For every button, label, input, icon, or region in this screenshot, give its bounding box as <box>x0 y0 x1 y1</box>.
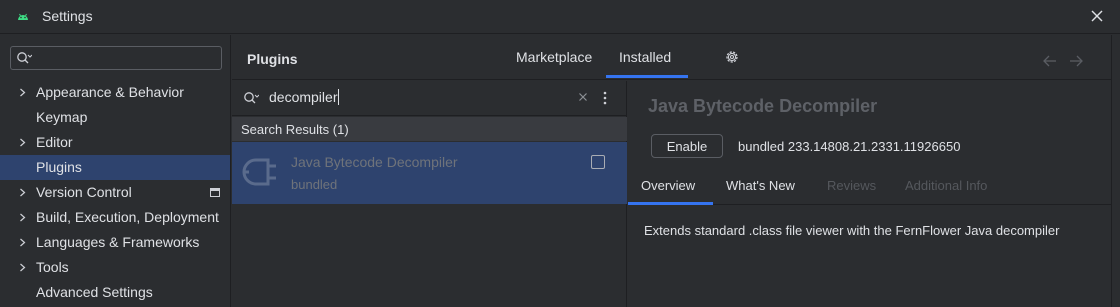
sidebar-item-label: Tools <box>36 259 69 275</box>
window-edge <box>1111 35 1120 307</box>
close-icon[interactable] <box>1088 7 1106 25</box>
search-results-count: Search Results (1) <box>241 122 349 137</box>
tab-reviews[interactable]: Reviews <box>827 178 876 193</box>
tab-marketplace[interactable]: Marketplace <box>516 49 592 65</box>
title-bar: Settings <box>0 0 1120 34</box>
sidebar-item-languages-frameworks[interactable]: Languages & Frameworks <box>0 230 230 255</box>
settings-search-field[interactable] <box>10 46 222 70</box>
sidebar-item-version-control[interactable]: Version Control <box>0 180 230 205</box>
search-icon <box>244 92 259 104</box>
sidebar-item-label: Appearance & Behavior <box>36 84 184 100</box>
chevron-right-icon[interactable] <box>18 138 27 147</box>
chevron-right-icon[interactable] <box>18 213 27 222</box>
sidebar-item-label: Advanced Settings <box>36 284 153 300</box>
tab-overview[interactable]: Overview <box>641 178 695 193</box>
settings-tree: Appearance & Behavior Keymap Editor Plug… <box>0 80 230 305</box>
chevron-right-icon[interactable] <box>18 263 27 272</box>
settings-search-input[interactable] <box>37 49 217 67</box>
active-detail-tab-indicator <box>628 202 713 205</box>
gear-icon[interactable] <box>724 49 740 65</box>
plugin-search-field[interactable]: decompiler <box>232 81 627 116</box>
sidebar-item-keymap[interactable]: Keymap <box>0 105 230 130</box>
more-options-icon[interactable] <box>600 90 610 106</box>
plugin-detail-title: Java Bytecode Decompiler <box>648 96 878 116</box>
plugin-source: bundled <box>291 177 338 192</box>
clear-search-icon[interactable] <box>578 92 588 102</box>
page-title: Plugins <box>247 51 298 67</box>
chevron-right-icon[interactable] <box>18 188 27 197</box>
chevron-right-icon[interactable] <box>18 88 27 97</box>
list-item[interactable]: Java Bytecode Decompiler bundled <box>232 142 627 204</box>
chevron-right-icon[interactable] <box>18 238 27 247</box>
tab-additional-info[interactable]: Additional Info <box>905 178 987 193</box>
sidebar-item-label: Plugins <box>36 159 82 175</box>
plugin-enable-checkbox[interactable] <box>591 155 605 169</box>
back-arrow-icon[interactable] <box>1043 55 1057 67</box>
settings-sidebar: Appearance & Behavior Keymap Editor Plug… <box>0 35 231 307</box>
sidebar-item-label: Languages & Frameworks <box>36 234 200 250</box>
plugin-name: Java Bytecode Decompiler <box>291 154 458 170</box>
plugin-search-input[interactable]: decompiler <box>269 89 340 105</box>
sidebar-item-build-execution-deployment[interactable]: Build, Execution, Deployment <box>0 205 230 230</box>
sidebar-item-label: Keymap <box>36 109 88 125</box>
active-tab-indicator <box>606 75 688 78</box>
forward-arrow-icon[interactable] <box>1069 55 1083 67</box>
android-icon <box>18 13 28 20</box>
detail-tabs: Overview What's New Reviews Additional I… <box>628 167 1111 205</box>
sidebar-item-label: Build, Execution, Deployment <box>36 209 219 225</box>
enable-button[interactable]: Enable <box>651 134 723 158</box>
plugins-header: Plugins Marketplace Installed <box>232 35 1111 80</box>
sidebar-item-editor[interactable]: Editor <box>0 130 230 155</box>
sidebar-item-tools[interactable]: Tools <box>0 255 230 280</box>
plugin-version: bundled 233.14808.21.2331.11926650 <box>738 139 961 154</box>
sidebar-item-advanced-settings[interactable]: Advanced Settings <box>0 280 230 305</box>
plugin-plug-icon <box>242 158 276 186</box>
search-results-header: Search Results (1) <box>232 117 627 141</box>
window-title: Settings <box>42 8 93 24</box>
search-icon <box>17 52 32 64</box>
project-level-icon <box>210 188 220 197</box>
sidebar-item-plugins[interactable]: Plugins <box>0 155 230 180</box>
plugin-description: Extends standard .class file viewer with… <box>644 223 1060 238</box>
sidebar-item-label: Version Control <box>36 184 132 200</box>
tab-installed[interactable]: Installed <box>619 49 671 65</box>
tab-whats-new[interactable]: What's New <box>726 178 795 193</box>
sidebar-item-label: Editor <box>36 134 73 150</box>
plugin-results-panel: decompiler Search Results (1) Java Bytec… <box>232 81 627 307</box>
plugin-details-panel: Java Bytecode Decompiler Enable bundled … <box>628 81 1111 307</box>
sidebar-item-appearance-behavior[interactable]: Appearance & Behavior <box>0 80 230 105</box>
